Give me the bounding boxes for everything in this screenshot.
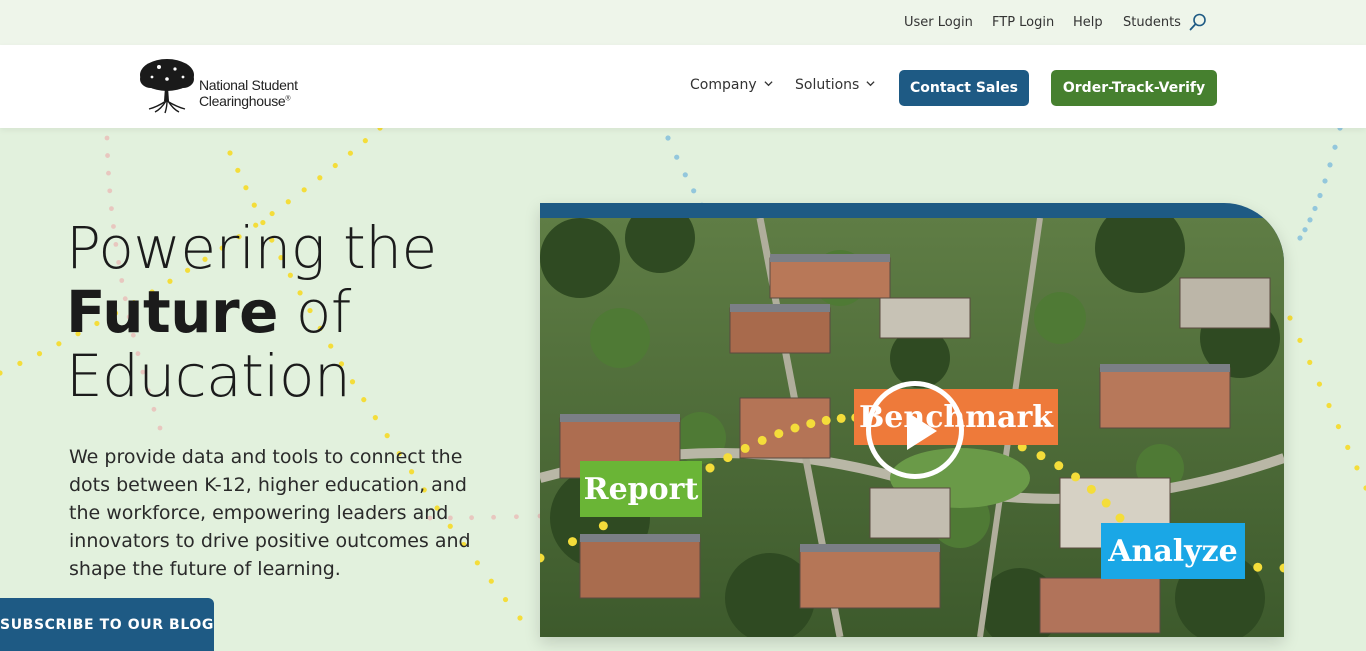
students-link[interactable]: Students [1123,15,1181,30]
logo-text-line2: Clearinghouse® [199,93,291,109]
user-login-link[interactable]: User Login [904,15,973,30]
hero-title-line2: Future of [66,280,437,344]
hero-title-line1: Powering the [66,214,437,282]
hero-title: Powering the Future of Education [66,216,437,408]
hero-title-bold: Future [66,278,278,346]
utility-bar: User Login FTP Login Help Students [0,0,1366,45]
video-player[interactable]: Report Benchmark Analyze [540,203,1284,637]
hero-description: We provide data and tools to connect the… [69,446,471,580]
order-track-verify-button[interactable]: Order-Track-Verify [1051,70,1217,106]
chevron-down-icon [764,81,773,87]
nav-solutions-label: Solutions [795,77,860,93]
logo-text-line1: National Student [199,77,298,93]
search-icon[interactable] [1188,12,1208,32]
contact-sales-button[interactable]: Contact Sales [899,70,1029,106]
chevron-down-icon [866,81,875,87]
label-analyze: Analyze [1101,523,1245,579]
play-icon[interactable] [866,381,964,479]
nav-company-label: Company [690,77,757,93]
tree-icon [140,59,194,114]
nav-solutions[interactable]: Solutions [795,77,875,93]
subscribe-blog-button[interactable]: SUBSCRIBE TO OUR BLOG [0,598,214,651]
nav-company[interactable]: Company [690,77,773,93]
help-link[interactable]: Help [1073,15,1103,30]
ftp-login-link[interactable]: FTP Login [992,15,1054,30]
hero-title-of: of [277,278,351,346]
label-report: Report [580,461,702,517]
main-header: National Student Clearinghouse® Company … [0,45,1366,128]
logo[interactable]: National Student Clearinghouse® [137,55,317,115]
hero-title-line3: Education [66,342,351,410]
